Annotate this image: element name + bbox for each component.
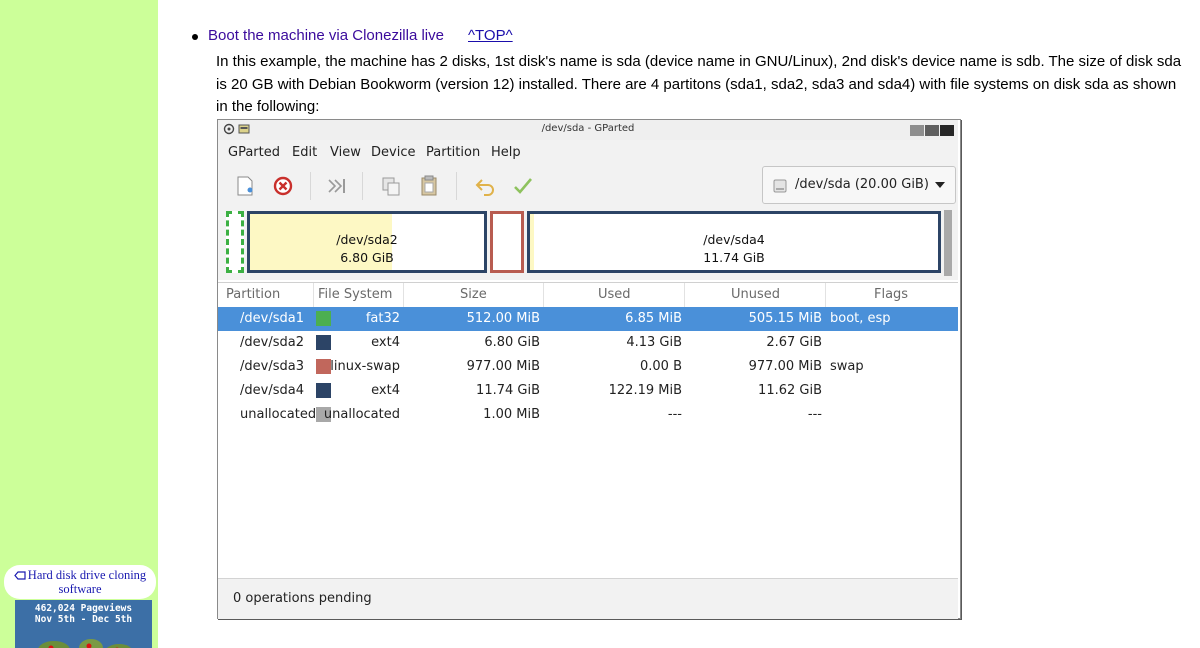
fs-color-swatch [316, 359, 331, 374]
cell-used: 0.00 B [640, 359, 682, 374]
table-row[interactable]: unallocated unallocated 1.00 MiB --- --- [218, 403, 958, 427]
disk-map-sda4-name: /dev/sda4 [703, 232, 765, 247]
disk-map-sda1[interactable] [226, 211, 244, 273]
cell-file-system: ext4 [371, 383, 400, 398]
cell-partition: /dev/sda3 [240, 359, 304, 374]
fs-color-swatch [316, 383, 331, 398]
cell-used: 6.85 MiB [625, 311, 682, 326]
toolbar-separator [362, 172, 363, 200]
menubar: GParted Edit View Device Partition Help [218, 140, 958, 164]
disk-map-sda3[interactable] [490, 211, 524, 273]
disk-map-sda2[interactable]: /dev/sda2 6.80 GiB [247, 211, 487, 273]
intro-paragraph: In this example, the machine has 2 disks… [216, 53, 1182, 115]
disk-map-sda4-size: 11.74 GiB [703, 250, 765, 265]
cell-used: 122.19 MiB [608, 383, 682, 398]
minimize-button[interactable] [910, 125, 924, 136]
disk-map-sda2-size: 6.80 GiB [340, 250, 394, 265]
table-row[interactable]: /dev/sda1 fat32 512.00 MiB 6.85 MiB 505.15 M… [218, 307, 958, 331]
cell-file-system: fat32 [365, 311, 400, 326]
menu-help[interactable]: Help [491, 145, 521, 160]
table-row[interactable]: /dev/sda3 linux-swap 977.00 MiB 0.00 B 977.0… [218, 355, 958, 379]
col-used[interactable]: Used [544, 283, 685, 307]
chevron-down-icon [935, 182, 945, 188]
new-partition-icon[interactable] [232, 173, 258, 199]
cell-size: 512.00 MiB [466, 311, 540, 326]
drive-icon [773, 179, 787, 193]
table-row[interactable]: /dev/sda4 ext4 11.74 GiB 122.19 MiB 11.62 Gi… [218, 379, 958, 403]
apply-icon[interactable] [510, 173, 536, 199]
cell-partition: unallocated [240, 407, 317, 422]
cell-partition: /dev/sda1 [240, 311, 304, 326]
cell-size: 1.00 MiB [483, 407, 540, 422]
visitor-map-icon [38, 639, 132, 648]
cell-size: 11.74 GiB [476, 383, 540, 398]
col-flags[interactable]: Flags [826, 283, 958, 307]
device-selector[interactable]: /dev/sda (20.00 GiB) [762, 166, 956, 204]
tag-label: Hard disk drive cloning software [27, 568, 147, 596]
boot-clonezilla-link[interactable]: Boot the machine via Clonezilla live [208, 27, 444, 44]
disk-map-sda2-name: /dev/sda2 [336, 232, 398, 247]
undo-icon[interactable] [472, 173, 498, 199]
cell-unused: 2.67 GiB [766, 335, 822, 350]
gparted-screenshot: /dev/sda - GParted GParted Edit View Dev… [217, 119, 961, 619]
menu-view[interactable]: View [330, 145, 361, 160]
table-header: Partition File System Size Used Unused F… [218, 283, 958, 308]
toolbar-separator [456, 172, 457, 200]
fs-color-swatch [316, 335, 331, 350]
col-size[interactable]: Size [404, 283, 544, 307]
cell-unused: 505.15 MiB [748, 311, 822, 326]
bullet-dot [192, 34, 198, 40]
delete-partition-icon[interactable] [270, 173, 296, 199]
main-content: Boot the machine via Clonezilla live ^TO… [158, 0, 1200, 648]
resize-move-icon[interactable] [324, 173, 350, 199]
top-link[interactable]: ^TOP^ [468, 27, 513, 44]
operations-pending-status: 0 operations pending [233, 591, 372, 606]
disk-map-scrollbar[interactable] [944, 210, 952, 276]
cell-unused: --- [807, 407, 822, 422]
cell-file-system: linux-swap [330, 359, 400, 374]
menu-gparted[interactable]: GParted [228, 145, 280, 160]
col-partition[interactable]: Partition [218, 283, 314, 307]
disk-map: /dev/sda2 6.80 GiB /dev/sda4 11.74 GiB [218, 208, 958, 280]
menu-edit[interactable]: Edit [292, 145, 317, 160]
cell-size: 977.00 MiB [466, 359, 540, 374]
cell-flags: swap [830, 359, 864, 374]
device-selector-label: /dev/sda (20.00 GiB) [795, 177, 929, 192]
cell-file-system: ext4 [371, 335, 400, 350]
disk-map-sda4[interactable]: /dev/sda4 11.74 GiB [527, 211, 941, 273]
cell-partition: /dev/sda2 [240, 335, 304, 350]
tag-link-hard-disk-cloning[interactable]: Hard disk drive cloning software [4, 565, 156, 599]
maximize-button[interactable] [925, 125, 939, 136]
pageview-counter[interactable]: 462,024 Pageviews Nov 5th - Dec 5th [15, 600, 152, 648]
statusbar: 0 operations pending [218, 578, 958, 619]
cell-partition: /dev/sda4 [240, 383, 304, 398]
menu-device[interactable]: Device [371, 145, 415, 160]
col-file-system[interactable]: File System [314, 283, 404, 307]
close-button[interactable] [940, 125, 954, 136]
tag-icon [14, 571, 26, 580]
counter-date-range: Nov 5th - Dec 5th [34, 614, 133, 625]
cell-used: 4.13 GiB [626, 335, 682, 350]
fs-color-swatch [316, 311, 331, 326]
cell-file-system: unallocated [323, 407, 400, 422]
toolbar-separator [310, 172, 311, 200]
cell-size: 6.80 GiB [484, 335, 540, 350]
counter-pageviews: 462,024 Pageviews [34, 603, 133, 614]
col-unused[interactable]: Unused [685, 283, 826, 307]
window-titlebar: /dev/sda - GParted [218, 120, 958, 141]
paste-icon[interactable] [416, 173, 442, 199]
table-row[interactable]: /dev/sda2 ext4 6.80 GiB 4.13 GiB 2.67 GiB [218, 331, 958, 355]
menu-partition[interactable]: Partition [426, 145, 480, 160]
cell-unused: 977.00 MiB [748, 359, 822, 374]
copy-icon[interactable] [378, 173, 404, 199]
cell-used: --- [667, 407, 682, 422]
partition-table: Partition File System Size Used Unused F… [218, 282, 958, 577]
cell-unused: 11.62 GiB [758, 383, 822, 398]
window-title: /dev/sda - GParted [541, 123, 635, 134]
cell-flags: boot, esp [830, 311, 891, 326]
sidebar: Hard disk drive cloning software 462,024… [0, 0, 158, 648]
